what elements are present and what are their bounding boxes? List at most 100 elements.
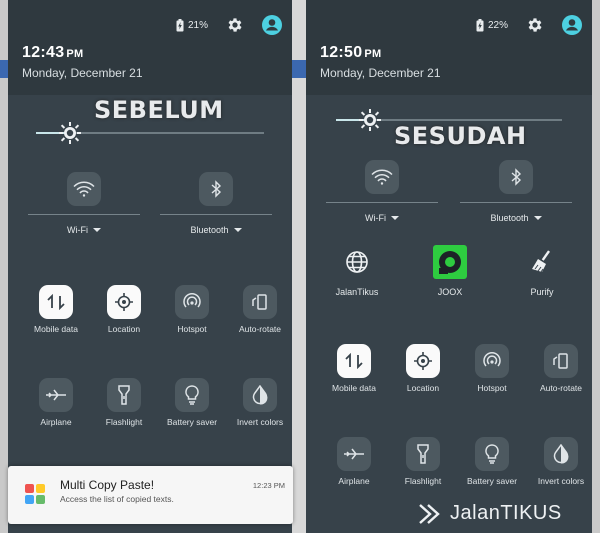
wifi-dropdown[interactable]: Wi-Fi — [67, 225, 101, 235]
quick-tile-button[interactable] — [175, 378, 209, 412]
app-label: JOOX — [437, 287, 463, 297]
notification-body: Access the list of copied texts. — [60, 494, 174, 504]
chevron-down-icon — [233, 228, 242, 232]
quick-tile-button[interactable] — [39, 285, 73, 319]
battery-charging-icon — [176, 18, 184, 31]
quick-tile-button[interactable] — [544, 344, 578, 378]
watermark-text: JalanTIKUS — [450, 502, 562, 524]
quick-tile-flashlight[interactable]: Flashlight — [90, 378, 158, 427]
quick-tile-battery-saver[interactable]: Battery saver — [458, 437, 526, 486]
quick-tile-label: Battery saver — [466, 476, 518, 486]
globe-icon — [346, 251, 368, 273]
clock-ampm: PM — [66, 48, 84, 60]
clock: 12:43 PM — [22, 44, 84, 62]
brightness-sun-icon[interactable] — [358, 108, 382, 132]
clock-ampm: PM — [364, 48, 382, 60]
quick-tile-label: Auto-rotate — [539, 383, 583, 393]
quick-tile-label: Airplane — [338, 476, 370, 486]
bluetooth-tile[interactable]: Bluetooth — [160, 172, 272, 235]
quick-tile-button[interactable] — [475, 344, 509, 378]
notification-card[interactable]: Multi Copy Paste! 12:23 PM Access the li… — [8, 466, 293, 524]
bluetooth-icon — [511, 168, 522, 186]
quick-tile-label: Mobile data — [332, 383, 376, 393]
bluetooth-button[interactable] — [499, 160, 533, 194]
date: Monday, December 21 — [22, 66, 143, 80]
settings-gear-icon[interactable] — [226, 16, 244, 34]
quick-tile-airplane[interactable]: Airplane — [320, 437, 388, 486]
quick-settings-after: 22% 12:50 PM Monday, December 21 SESUDAH … — [306, 0, 592, 533]
quick-tile-label: Mobile data — [34, 324, 78, 334]
quick-tile-label: Airplane — [40, 417, 72, 427]
quick-tile-location[interactable]: Location — [90, 285, 158, 334]
invert-colors-icon — [252, 385, 268, 405]
auto-rotate-icon — [250, 292, 270, 312]
app-shortcut-purify[interactable]: Purify — [502, 245, 582, 297]
wifi-button[interactable] — [365, 160, 399, 194]
quick-tile-invert-colors[interactable]: Invert colors — [226, 378, 292, 427]
bluetooth-label: Bluetooth — [490, 213, 529, 223]
airplane-icon — [343, 447, 365, 461]
brightness-slider[interactable] — [36, 122, 264, 144]
status-row: 21% — [176, 14, 282, 36]
wifi-tile[interactable]: Wi-Fi — [326, 160, 438, 223]
location-icon — [114, 292, 134, 312]
brightness-slider[interactable] — [336, 109, 562, 131]
jalantikus-watermark: JalanTIKUS — [418, 502, 562, 525]
quick-tile-button[interactable] — [475, 437, 509, 471]
quick-tile-button[interactable] — [406, 437, 440, 471]
quick-tile-hotspot[interactable]: Hotspot — [158, 285, 226, 334]
quick-tile-mobile-data[interactable]: Mobile data — [320, 344, 388, 393]
quick-tile-auto-rotate[interactable]: Auto-rotate — [527, 344, 592, 393]
wifi-tile[interactable]: Wi-Fi — [28, 172, 140, 235]
after-label: SESUDAH — [394, 122, 527, 150]
status-header: 21% 12:43 PM Monday, December 21 — [8, 0, 292, 95]
quick-tile-label: Hotspot — [477, 383, 507, 393]
quick-tile-button[interactable] — [39, 378, 73, 412]
bluetooth-dropdown[interactable]: Bluetooth — [190, 225, 242, 235]
quick-tile-battery-saver[interactable]: Battery saver — [158, 378, 226, 427]
quick-tile-mobile-data[interactable]: Mobile data — [22, 285, 90, 334]
quick-tile-auto-rotate[interactable]: Auto-rotate — [226, 285, 292, 334]
battery-percent: 22% — [487, 19, 508, 31]
location-icon — [413, 351, 433, 371]
quick-tile-flashlight[interactable]: Flashlight — [389, 437, 457, 486]
quick-tile-button[interactable] — [337, 437, 371, 471]
quick-tile-button[interactable] — [175, 285, 209, 319]
wifi-label: Wi-Fi — [365, 213, 386, 223]
quick-tile-hotspot[interactable]: Hotspot — [458, 344, 526, 393]
quick-tile-location[interactable]: Location — [389, 344, 457, 393]
app-label: Purify — [530, 287, 554, 297]
quick-tile-label: Auto-rotate — [238, 324, 282, 334]
battery-indicator: 21% — [176, 18, 208, 32]
quick-tile-button[interactable] — [406, 344, 440, 378]
quick-tile-button[interactable] — [337, 344, 371, 378]
quick-tile-button[interactable] — [243, 378, 277, 412]
quick-tile-button[interactable] — [544, 437, 578, 471]
settings-gear-icon[interactable] — [526, 16, 544, 34]
background-edge-right — [592, 0, 600, 533]
quick-tile-label: Invert colors — [236, 417, 284, 427]
user-avatar-icon[interactable] — [262, 15, 282, 35]
wifi-dropdown[interactable]: Wi-Fi — [365, 213, 399, 223]
quick-tile-airplane[interactable]: Airplane — [22, 378, 90, 427]
bluetooth-tile[interactable]: Bluetooth — [460, 160, 572, 223]
hotspot-icon — [182, 292, 202, 312]
broom-icon — [532, 250, 551, 273]
date: Monday, December 21 — [320, 66, 441, 80]
bluetooth-dropdown[interactable]: Bluetooth — [490, 213, 542, 223]
app-shortcut-joox[interactable]: JOOX — [410, 245, 490, 297]
user-avatar-icon[interactable] — [562, 15, 582, 35]
flashlight-icon — [416, 444, 430, 464]
wifi-button[interactable] — [67, 172, 101, 206]
notification-title: Multi Copy Paste! — [60, 478, 155, 492]
bluetooth-button[interactable] — [199, 172, 233, 206]
quick-tile-invert-colors[interactable]: Invert colors — [527, 437, 592, 486]
brightness-sun-icon[interactable] — [58, 121, 82, 145]
quick-tile-button[interactable] — [243, 285, 277, 319]
bluetooth-icon — [211, 180, 222, 198]
quick-tile-button[interactable] — [107, 285, 141, 319]
quick-tile-button[interactable] — [107, 378, 141, 412]
battery-charging-icon — [476, 18, 484, 31]
app-shortcut-jalantikus[interactable]: JalanTikus — [317, 245, 397, 297]
mobile-data-icon — [46, 294, 66, 310]
